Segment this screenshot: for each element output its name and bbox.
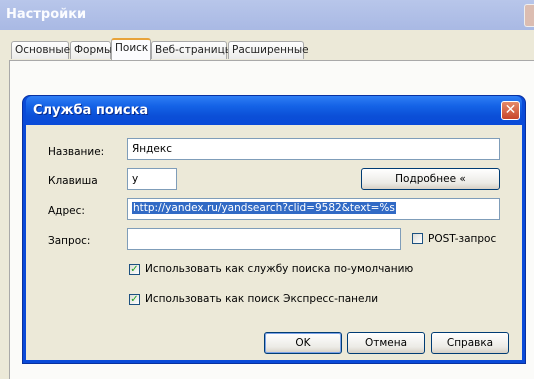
dialog-titlebar: Служба поиска ✕ bbox=[26, 96, 522, 125]
dialog-title: Служба поиска bbox=[33, 103, 149, 118]
post-request-checkbox[interactable] bbox=[412, 233, 423, 244]
cancel-button[interactable]: Отмена bbox=[347, 332, 425, 354]
address-label: Адрес: bbox=[48, 205, 85, 217]
close-icon[interactable]: ✕ bbox=[501, 101, 520, 120]
tab-veb-stranitsy[interactable]: Веб-страницы bbox=[151, 41, 233, 59]
tab-poisk[interactable]: Поиск bbox=[111, 38, 151, 60]
query-label: Запрос: bbox=[48, 235, 91, 247]
address-field[interactable]: http://yandex.ru/yandsearch?clid=9582&te… bbox=[127, 198, 500, 220]
express-panel-checkbox[interactable]: ✓ bbox=[129, 294, 140, 305]
details-button[interactable]: Подробнее « bbox=[361, 168, 500, 190]
key-label: Клавиша bbox=[48, 175, 98, 187]
settings-titlebar: Настройки bbox=[0, 0, 534, 30]
key-field[interactable]: y bbox=[127, 168, 177, 190]
help-button[interactable]: Справка bbox=[431, 332, 509, 354]
settings-window-title: Настройки bbox=[6, 7, 87, 22]
default-search-checkbox[interactable]: ✓ bbox=[129, 264, 140, 275]
ok-button[interactable]: OK bbox=[264, 332, 342, 354]
name-label: Название: bbox=[48, 146, 105, 158]
query-field[interactable] bbox=[127, 228, 401, 250]
settings-close-icon[interactable] bbox=[524, 4, 534, 27]
tab-rasshirennye[interactable]: Расширенные bbox=[228, 41, 309, 59]
default-search-label: Использовать как службу поиска по-умолча… bbox=[145, 263, 414, 275]
search-service-dialog: Служба поиска ✕ Название: Яндекс Клавиша… bbox=[23, 96, 525, 363]
address-selected-text: http://yandex.ru/yandsearch?clid=9582&te… bbox=[132, 202, 396, 214]
post-request-label: POST-запрос bbox=[428, 233, 497, 245]
express-panel-label: Использовать как поиск Экспресс-панели bbox=[145, 293, 379, 305]
dialog-body: Название: Яндекс Клавиша y Подробнее « А… bbox=[26, 125, 522, 360]
tab-osnovnye[interactable]: Основные bbox=[11, 41, 70, 59]
name-field[interactable]: Яндекс bbox=[127, 138, 500, 160]
tab-formy[interactable]: Формы bbox=[70, 41, 112, 59]
